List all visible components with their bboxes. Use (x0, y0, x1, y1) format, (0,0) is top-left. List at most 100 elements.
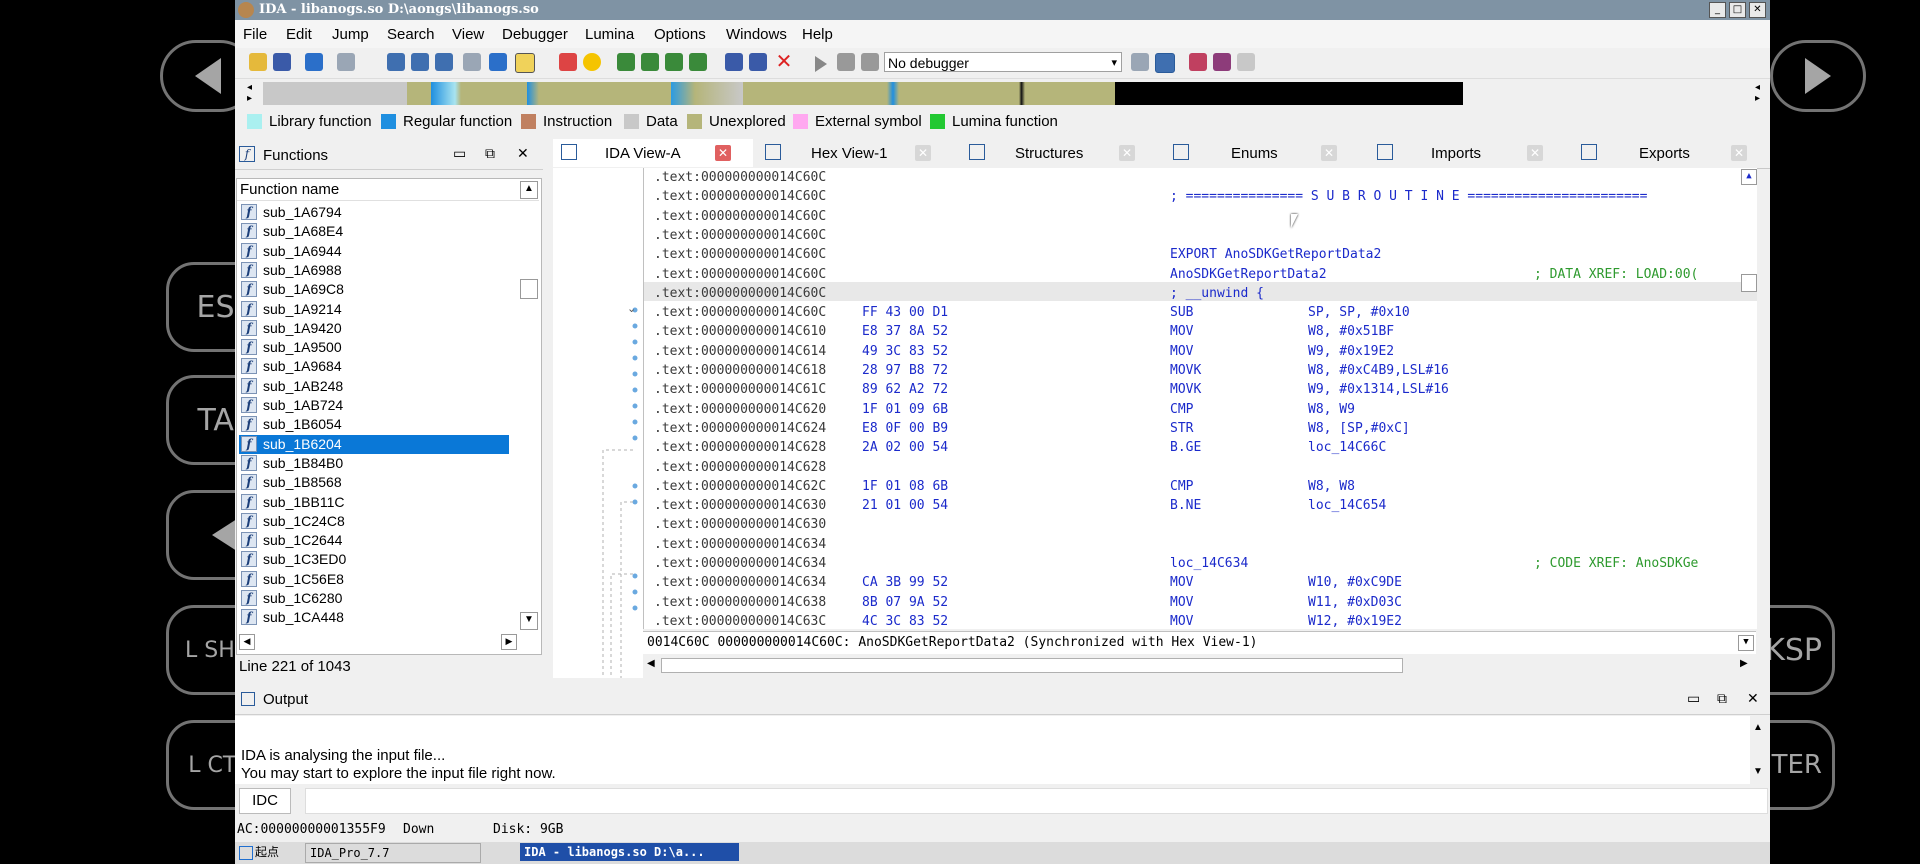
tab-close-icon[interactable]: ✕ (715, 145, 731, 161)
open-icon[interactable] (249, 53, 267, 71)
breakpoints-icon[interactable] (1189, 53, 1207, 71)
function-list-item[interactable]: f sub_1C3ED0 (239, 550, 509, 569)
delete-icon[interactable]: ✕ (775, 52, 793, 72)
menu-file[interactable]: File (243, 26, 267, 43)
taskbar-item-active[interactable]: IDA - libanogs.so D:\a... (520, 843, 739, 861)
hscroll-left-icon[interactable]: ◀ (647, 658, 655, 669)
disasm-line[interactable]: .text:000000000014C614 49 3C 83 52 MOV W9, … (644, 342, 1757, 361)
scrollbar-thumb[interactable] (520, 279, 538, 299)
down-arrow-icon[interactable] (489, 53, 507, 71)
function-list-item[interactable]: f sub_1A6794 (239, 203, 509, 222)
output-close-icon[interactable]: ✕ (1747, 690, 1759, 707)
tab-structures[interactable]: Structures ✕ (961, 139, 1161, 167)
pane-float-icon[interactable]: ⧉ (485, 145, 495, 162)
menu-options[interactable]: Options (654, 26, 706, 43)
function-list-item[interactable]: f sub_1C2644 (239, 531, 509, 550)
function-list-item[interactable]: f sub_1BB11C (239, 493, 509, 512)
disasm-line[interactable]: .text:000000000014C624 E8 0F 00 B9 STR W8, … (644, 419, 1757, 438)
function-list-item[interactable]: f sub_1A9420 (239, 319, 509, 338)
lightbulb-icon[interactable] (583, 53, 601, 71)
output-scroll-up-icon[interactable]: ▲ (1753, 722, 1763, 733)
taskbar-item-ida[interactable]: IDA_Pro_7.7 (305, 843, 481, 863)
nav-left-arrow-icon[interactable]: ◂ ▸ (247, 82, 252, 104)
disasm-line[interactable]: .text:000000000014C60C EXPORT AnoSDKGetRe… (644, 245, 1757, 264)
close-button[interactable]: ✕ (1749, 2, 1766, 18)
disasm-line[interactable]: .text:000000000014C634 (644, 535, 1757, 554)
search-text-icon[interactable] (387, 53, 405, 71)
function-list-item[interactable]: f sub_1A68E4 (239, 222, 509, 241)
function-list-item[interactable]: f sub_1AB724 (239, 396, 509, 415)
disasm-hscrollbar[interactable]: ◀ ▶ (643, 656, 1756, 674)
function-list-item[interactable]: f sub_1A69C8 (239, 280, 509, 299)
nav-right-arrow-icon[interactable]: ◂ ▸ (1755, 82, 1760, 104)
disasm-scroll-thumb[interactable] (1741, 274, 1757, 292)
menu-debugger[interactable]: Debugger (502, 26, 568, 43)
function-list-item[interactable]: f sub_1CA448 (239, 608, 509, 627)
function-list-item[interactable]: f sub_1A6988 (239, 261, 509, 280)
start-icon[interactable] (239, 846, 253, 860)
function-list-item[interactable]: f sub_1B84B0 (239, 454, 509, 473)
disasm-line[interactable]: .text:000000000014C62C 1F 01 08 6B CMP W8, … (644, 477, 1757, 496)
disassembly-view[interactable]: .text:000000000014C60C .text:000000000014… (643, 168, 1757, 629)
disasm-line[interactable]: .text:000000000014C60C (644, 226, 1757, 245)
maximize-button[interactable]: □ (1729, 2, 1746, 18)
disasm-line[interactable]: .text:000000000014C630 (644, 515, 1757, 534)
output-float-icon[interactable]: ⧉ (1717, 690, 1727, 707)
function-list-item[interactable]: f sub_1C56E8 (239, 570, 509, 589)
back-icon[interactable] (305, 53, 323, 71)
disasm-line[interactable]: .text:000000000014C630 21 01 00 54 B.NE loc… (644, 496, 1757, 515)
function-list-item[interactable]: f sub_1AB248 (239, 377, 509, 396)
tab-ida-view-a[interactable]: IDA View-A ✕ (553, 139, 753, 167)
hscroll-thumb[interactable] (661, 658, 1403, 673)
tab-close-icon[interactable]: ✕ (1731, 145, 1747, 161)
disasm-line[interactable]: .text:000000000014C638 8B 07 9A 52 MOV W11,… (644, 593, 1757, 612)
menu-edit[interactable]: Edit (286, 26, 312, 43)
output-restore-icon[interactable]: ▭ (1687, 690, 1700, 707)
scroll-up-icon[interactable]: ▲ (520, 181, 538, 199)
edit-function-icon[interactable] (749, 53, 767, 71)
collapse-toggle-icon[interactable]: ⌄ (627, 303, 636, 315)
disasm-line[interactable]: .text:000000000014C610 E8 37 8A 52 MOV W8, … (644, 322, 1757, 341)
disasm-scroll-up-icon[interactable]: ▲ (1741, 169, 1757, 185)
add-member-icon[interactable] (689, 53, 707, 71)
disasm-status-scroll-down-icon[interactable]: ▼ (1738, 635, 1754, 651)
disasm-line[interactable]: .text:000000000014C628 (644, 458, 1757, 477)
command-input[interactable] (305, 788, 1768, 814)
debugger-options-icon[interactable] (1131, 53, 1149, 71)
next-overlay-button[interactable] (1770, 40, 1866, 112)
add-segment-icon[interactable] (617, 53, 635, 71)
tab-close-icon[interactable]: ✕ (1321, 145, 1337, 161)
scroll-down-icon[interactable]: ▼ (520, 612, 538, 630)
menu-lumina[interactable]: Lumina (585, 26, 634, 43)
disasm-line[interactable]: .text:000000000014C634 CA 3B 99 52 MOV W10,… (644, 573, 1757, 592)
forward-icon[interactable] (337, 53, 355, 71)
disasm-line[interactable]: .text:000000000014C63C 4C 3C 83 52 MOV W12,… (644, 612, 1757, 631)
patch-icon[interactable] (725, 53, 743, 71)
function-list-item[interactable]: f sub_1B8568 (239, 473, 509, 492)
color-icon[interactable] (559, 53, 577, 71)
menu-search[interactable]: Search (387, 26, 435, 43)
function-list-item[interactable]: f sub_1B6204 (239, 434, 509, 454)
function-list-item[interactable]: f sub_1C24C8 (239, 512, 509, 531)
pane-restore-icon[interactable]: ▭ (453, 145, 466, 162)
function-list-item[interactable]: f sub_1B6054 (239, 415, 509, 434)
pane-close-icon[interactable]: ✕ (517, 145, 529, 162)
function-list-item[interactable]: f sub_1A9214 (239, 300, 509, 319)
save-icon[interactable] (273, 53, 291, 71)
disasm-line[interactable]: .text:000000000014C618 28 97 B8 72 MOVK W8,… (644, 361, 1757, 380)
search-binary-icon[interactable] (411, 53, 429, 71)
tab-enums[interactable]: Enums ✕ (1165, 139, 1365, 167)
add-enum-icon[interactable] (665, 53, 683, 71)
debugger-select[interactable]: No debugger ▾ (884, 52, 1122, 72)
refresh-icon[interactable] (1155, 53, 1175, 73)
disasm-line[interactable]: .text:000000000014C61C 89 62 A2 72 MOVK W9,… (644, 380, 1757, 399)
play-icon[interactable] (815, 56, 827, 72)
stop-icon[interactable] (861, 53, 879, 71)
text-icon[interactable] (515, 53, 535, 73)
function-name-header[interactable]: Function name ▲ (237, 179, 539, 201)
search-imm-icon[interactable] (435, 53, 453, 71)
disasm-line[interactable]: .text:000000000014C60C ; __unwind { (644, 284, 1757, 303)
trace-icon[interactable] (1213, 53, 1231, 71)
function-list-item[interactable]: f sub_1A9684 (239, 357, 509, 376)
menu-jump[interactable]: Jump (332, 26, 369, 43)
